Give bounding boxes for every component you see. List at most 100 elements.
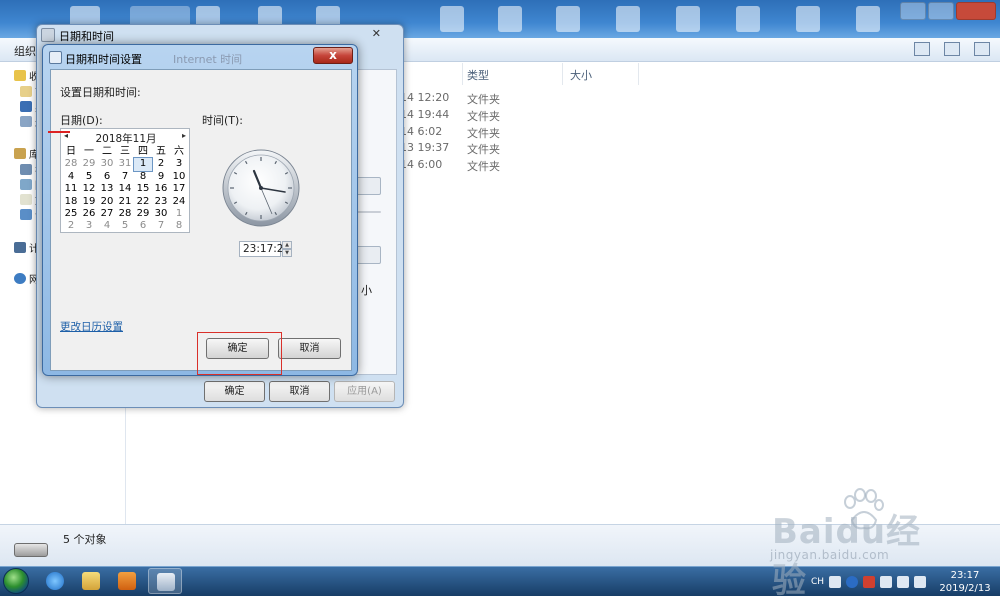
taskbar-explorer[interactable] [74,568,108,594]
spin-up-icon[interactable]: ▲ [282,241,292,249]
calendar-day[interactable]: 13 [98,183,116,195]
calendar-day[interactable]: 3 [170,158,188,170]
maximize-button[interactable] [928,2,954,20]
calendar-day[interactable]: 8 [170,220,188,232]
calendar-day[interactable]: 6 [134,220,152,232]
calendar-day[interactable]: 7 [116,171,134,183]
minimize-button[interactable] [900,2,926,20]
column-separator [462,63,463,85]
close-icon[interactable]: ✕ [372,27,381,40]
file-row[interactable]: 14 6:00 文件夹 [400,158,500,174]
clock-icon [41,28,55,42]
taskbar-ie[interactable] [38,568,72,594]
calendar-day[interactable]: 1 [170,208,188,220]
calendar-day[interactable]: 31 [116,158,134,170]
calendar-day[interactable]: 12 [80,183,98,195]
time-spinner[interactable]: ▲ ▼ [282,241,292,257]
calendar-day[interactable]: 25 [62,208,80,220]
file-row[interactable]: 14 19:44 文件夹 [400,108,500,124]
ie-icon [46,572,64,590]
calendar-day[interactable]: 26 [80,208,98,220]
weekday-header: 日 [66,146,76,157]
calendar-day[interactable]: 22 [134,196,152,208]
calendar-day-selected[interactable]: 1 [133,157,153,172]
taskbar-media-player[interactable] [110,568,144,594]
column-header-size[interactable]: 大小 [570,67,592,83]
spin-down-icon[interactable]: ▼ [282,249,292,257]
weekday-header: 三 [120,146,130,157]
calendar-day[interactable]: 5 [116,220,134,232]
analog-clock [222,149,300,227]
change-calendar-settings-link[interactable]: 更改日历设置 [60,319,123,334]
calendar-day[interactable]: 28 [62,158,80,170]
calendar-day[interactable]: 23 [152,196,170,208]
time-input[interactable]: 23:17:26 [239,241,290,257]
preview-pane-icon[interactable] [944,42,960,56]
partial-label: 小 [361,284,372,297]
set-date-time-heading: 设置日期和时间: [60,86,141,99]
calendar-day[interactable]: 2 [152,158,170,170]
file-row[interactable]: 13 19:37 文件夹 [400,141,500,157]
computer-icon [14,242,26,253]
calendar-day[interactable]: 6 [98,171,116,183]
music-icon [20,209,32,220]
help-icon[interactable] [974,42,990,56]
calendar-day[interactable]: 17 [170,183,188,195]
file-row[interactable]: 14 6:02 文件夹 [400,125,500,141]
calendar-day[interactable]: 18 [62,196,80,208]
calendar-day[interactable]: 29 [134,208,152,220]
calendar-day[interactable]: 27 [98,208,116,220]
calendar-day[interactable]: 8 [134,171,152,183]
calendar-day[interactable]: 16 [152,183,170,195]
calendar-day[interactable]: 15 [134,183,152,195]
calendar-day[interactable]: 7 [152,220,170,232]
weekday-header: 四 [138,146,148,157]
column-header-type[interactable]: 类型 [467,67,489,83]
datetime-settings-dialog: 日期和时间设置 Internet 时间 x 设置日期和时间: 日期(D): 时间… [42,44,358,376]
start-button[interactable] [3,568,29,594]
folder-icon [82,572,100,590]
calendar-day[interactable]: 30 [98,158,116,170]
calendar-day[interactable]: 2 [62,220,80,232]
close-button[interactable]: x [313,47,353,64]
calendar-day[interactable]: 11 [62,183,80,195]
titlebar-blur [616,6,640,32]
next-month-button[interactable]: ▸ [182,131,186,140]
datetime-dialog-body: 设置日期和时间: 日期(D): 时间(T): ◂ 2018年11月 ▸ 日 一 … [50,69,352,371]
apply-button[interactable]: 应用(A) [334,381,395,402]
file-row[interactable]: 14 12:20 文件夹 [400,91,500,107]
calendar-day[interactable]: 21 [116,196,134,208]
taskbar-control-panel[interactable] [148,568,182,594]
calendar-day[interactable]: 14 [116,183,134,195]
close-button[interactable] [956,2,996,20]
calendar-grid: 日 一 二 三 四 五 六 28 29 30 31 1 2 3 4 5 6 7 … [62,146,190,233]
calendar-day[interactable]: 30 [152,208,170,220]
calendar-day[interactable]: 10 [170,171,188,183]
calendar-day[interactable]: 20 [98,196,116,208]
titlebar-blur [796,6,820,32]
calendar-day[interactable]: 19 [80,196,98,208]
calendar-day[interactable]: 29 [80,158,98,170]
calendar-day[interactable]: 28 [116,208,134,220]
calendar-day[interactable]: 4 [98,220,116,232]
calendar-day[interactable]: 9 [152,171,170,183]
desktop-icon [20,101,32,112]
ok-button[interactable]: 确定 [204,381,265,402]
cancel-button[interactable]: 取消 [269,381,330,402]
internet-time-tab: Internet 时间 [173,53,243,66]
organize-menu[interactable]: 组织 [14,43,36,59]
network-icon [14,273,26,284]
picture-icon [20,179,32,190]
view-options-icon[interactable] [914,42,930,56]
titlebar-blur [856,6,880,32]
calendar-day[interactable]: 3 [80,220,98,232]
titlebar-blur [440,6,464,32]
cancel-button[interactable]: 取消 [278,338,341,359]
calendar-day[interactable]: 4 [62,171,80,183]
control-panel-icon [157,573,175,591]
calendar-day[interactable]: 24 [170,196,188,208]
calendar-month-title[interactable]: 2018年11月 [61,131,191,146]
weekday-header: 一 [84,146,94,157]
weekday-header: 二 [102,146,112,157]
calendar-day[interactable]: 5 [80,171,98,183]
